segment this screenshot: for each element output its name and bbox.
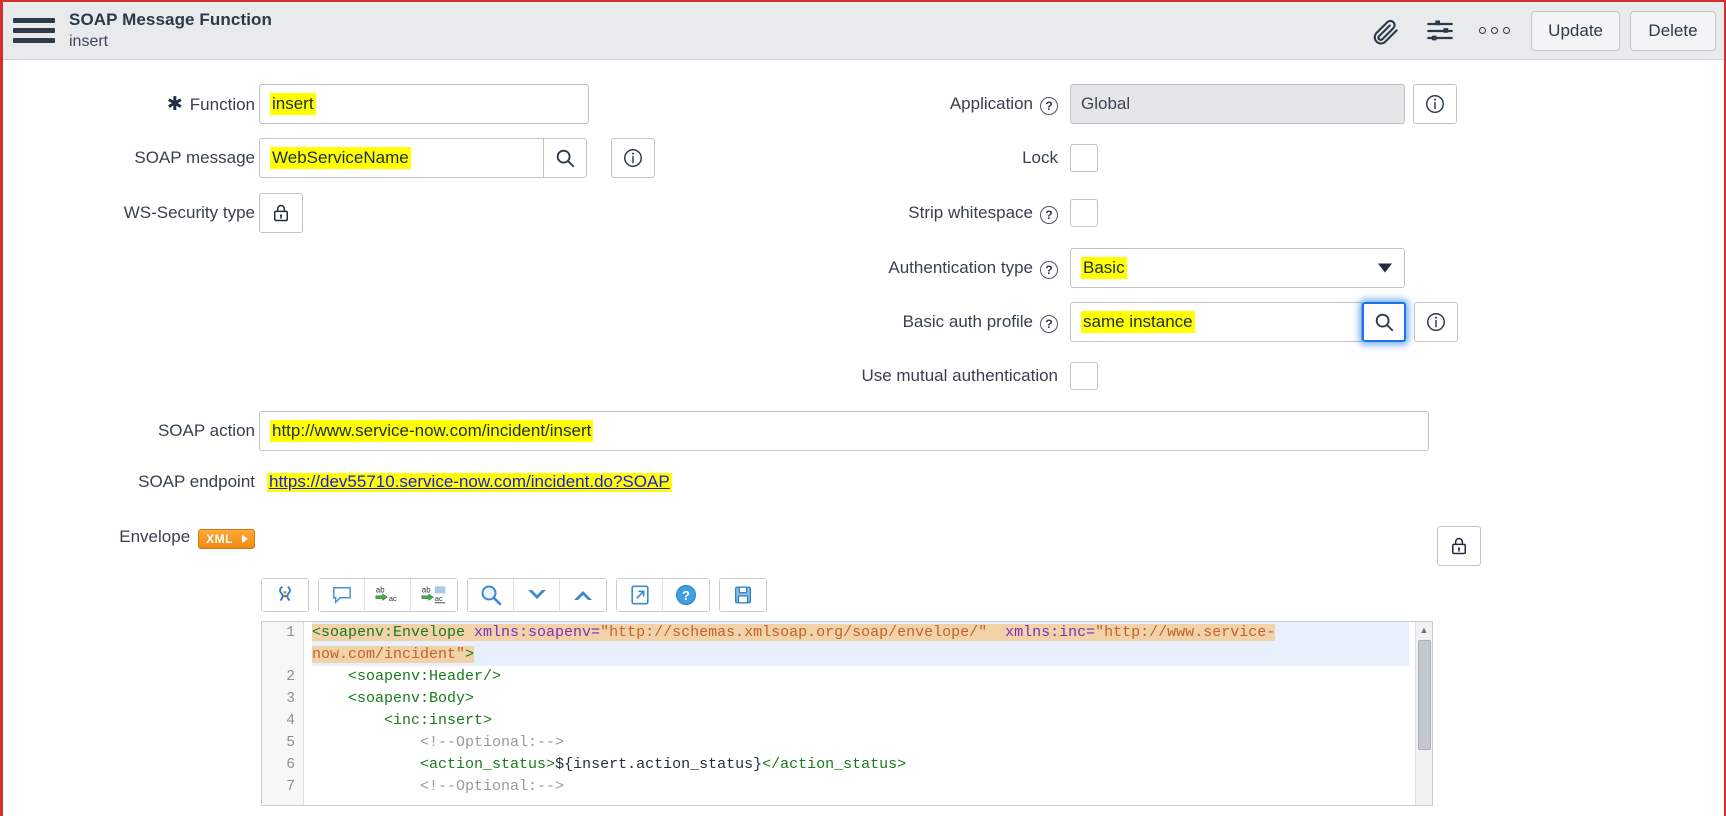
hamburger-icon[interactable] xyxy=(13,18,55,43)
line-number: 2 xyxy=(286,669,295,685)
authentication-type-label: Authentication type? xyxy=(703,258,1058,279)
ws-security-type-lock-button[interactable] xyxy=(259,193,303,233)
basic-auth-profile-value: same instance xyxy=(1081,311,1195,333)
lock-label: Lock xyxy=(1022,148,1058,167)
find-next-icon[interactable] xyxy=(514,579,560,611)
line-number: 5 xyxy=(286,735,295,751)
soap-message-label: SOAP message xyxy=(134,148,255,167)
line-number: 4 xyxy=(286,713,295,729)
function-input[interactable]: insert xyxy=(259,84,589,124)
basic-auth-profile-search-button[interactable] xyxy=(1362,302,1406,342)
search-icon[interactable] xyxy=(468,579,514,611)
code-line: <inc:insert> xyxy=(384,712,493,729)
code-line: <soapenv:Body> xyxy=(348,690,475,707)
basic-auth-profile-info-button[interactable] xyxy=(1414,302,1458,342)
soap-action-value: http://www.service-now.com/incident/inse… xyxy=(270,420,594,442)
three-dots-icon[interactable] xyxy=(1467,9,1521,53)
use-mutual-authentication-label: Use mutual authentication xyxy=(861,366,1058,385)
envelope-label: Envelope XML xyxy=(3,527,255,549)
soap-message-input[interactable]: WebServiceName xyxy=(259,138,544,178)
editor-toolbar-group-3 xyxy=(467,578,607,612)
code-line: <!--Optional:--> xyxy=(420,778,565,795)
lock-checkbox[interactable] xyxy=(1070,144,1098,172)
application-value: Global xyxy=(1081,94,1131,113)
help-icon[interactable]: ? xyxy=(663,579,709,611)
editor-toolbar-group-4: ? xyxy=(616,578,710,612)
application-input: Global xyxy=(1070,84,1405,124)
chevron-down-icon xyxy=(1378,263,1392,273)
editor-toolbar-group-5 xyxy=(719,578,767,612)
soap-message-function-form: ✱ Function insert SOAP message WebService… xyxy=(3,60,1724,816)
replace-all-icon[interactable]: ab ac xyxy=(411,579,457,611)
authentication-type-select[interactable]: Basic xyxy=(1070,248,1405,288)
page-title-text: SOAP Message Function xyxy=(69,10,272,30)
svg-text:ab: ab xyxy=(422,585,431,594)
line-number: 1 xyxy=(286,625,295,641)
editor-toolbar-group-2: ab ac ab ac xyxy=(318,578,458,612)
basic-auth-profile-label: Basic auth profile? xyxy=(703,312,1058,333)
strip-whitespace-label: Strip whitespace? xyxy=(703,203,1058,224)
page-title: SOAP Message Function insert xyxy=(69,10,272,51)
line-number: 6 xyxy=(286,757,295,773)
strip-whitespace-help-icon[interactable]: ? xyxy=(1040,206,1058,224)
svg-text:ab: ab xyxy=(375,585,384,594)
paperclip-icon[interactable] xyxy=(1359,9,1413,53)
replace-icon[interactable]: ab ac xyxy=(365,579,411,611)
soap-endpoint-lock-button[interactable] xyxy=(1437,526,1481,566)
form-header: SOAP Message Function insert Update Dele… xyxy=(3,2,1724,60)
scrollbar-thumb[interactable] xyxy=(1418,640,1431,750)
soap-endpoint-value-wrap: https://dev55710.service-now.com/inciden… xyxy=(259,472,672,492)
authentication-type-help-icon[interactable]: ? xyxy=(1040,261,1058,279)
sliders-icon[interactable] xyxy=(1413,9,1467,53)
code-line: <soapenv:Envelope xmlns:soapenv="http://… xyxy=(312,622,1409,666)
svg-text:?: ? xyxy=(682,588,690,603)
soap-message-info-button[interactable] xyxy=(611,138,655,178)
expand-icon[interactable] xyxy=(617,579,663,611)
function-label: ✱ Function xyxy=(166,93,255,115)
application-info-button[interactable] xyxy=(1413,84,1457,124)
application-help-icon[interactable]: ? xyxy=(1040,97,1058,115)
editor-toolbar-group-1 xyxy=(261,578,309,612)
soap-endpoint-label: SOAP endpoint xyxy=(138,472,255,491)
editor-scrollbar[interactable]: ▲ xyxy=(1415,622,1432,805)
xml-badge[interactable]: XML xyxy=(198,529,255,549)
scroll-up-icon[interactable]: ▲ xyxy=(1416,622,1432,638)
comment-icon[interactable] xyxy=(319,579,365,611)
basic-auth-profile-input[interactable]: same instance xyxy=(1070,302,1362,342)
soap-action-label: SOAP action xyxy=(157,421,255,440)
line-number-gutter: 1 2 3 4 5 6 7 xyxy=(262,622,304,805)
ws-security-type-label: WS-Security type xyxy=(123,203,255,222)
find-previous-icon[interactable] xyxy=(560,579,606,611)
authentication-type-value: Basic xyxy=(1081,257,1127,279)
code-line: <!--Optional:--> xyxy=(420,734,565,751)
soap-message-search-button[interactable] xyxy=(543,138,587,178)
code-line: <soapenv:Header/> xyxy=(348,668,502,685)
soap-action-input[interactable]: http://www.service-now.com/incident/inse… xyxy=(259,411,1429,451)
syntax-check-icon[interactable] xyxy=(262,579,308,611)
editor-toolbar: ab ac ab ac ? xyxy=(261,578,1433,612)
delete-button[interactable]: Delete xyxy=(1630,10,1716,51)
page-subtitle-text: insert xyxy=(69,32,109,50)
save-icon[interactable] xyxy=(720,579,766,611)
play-arrow-icon xyxy=(242,535,248,543)
basic-auth-profile-help-icon[interactable]: ? xyxy=(1040,315,1058,333)
function-value: insert xyxy=(270,93,316,115)
svg-text:ac: ac xyxy=(435,594,443,603)
svg-text:ac: ac xyxy=(388,594,396,603)
application-label: Application? xyxy=(703,94,1058,115)
use-mutual-authentication-checkbox[interactable] xyxy=(1070,362,1098,390)
strip-whitespace-checkbox[interactable] xyxy=(1070,199,1098,227)
code-content[interactable]: <soapenv:Envelope xmlns:soapenv="http://… xyxy=(304,622,1415,805)
soap-endpoint-link[interactable]: https://dev55710.service-now.com/inciden… xyxy=(269,472,670,491)
soap-message-value: WebServiceName xyxy=(270,147,411,169)
envelope-editor: ab ac ab ac ? 1 2 3 4 5 6 7 <soapenv:Env… xyxy=(261,578,1433,806)
line-number: 3 xyxy=(286,691,295,707)
line-number: 7 xyxy=(286,779,295,795)
code-line: <action_status>${insert.action_status}</… xyxy=(420,756,907,773)
header-actions: Update Delete xyxy=(1359,9,1724,53)
xml-code-editor[interactable]: 1 2 3 4 5 6 7 <soapenv:Envelope xmlns:so… xyxy=(261,621,1433,806)
required-asterisk-icon: ✱ xyxy=(166,93,183,115)
update-button[interactable]: Update xyxy=(1531,10,1620,51)
